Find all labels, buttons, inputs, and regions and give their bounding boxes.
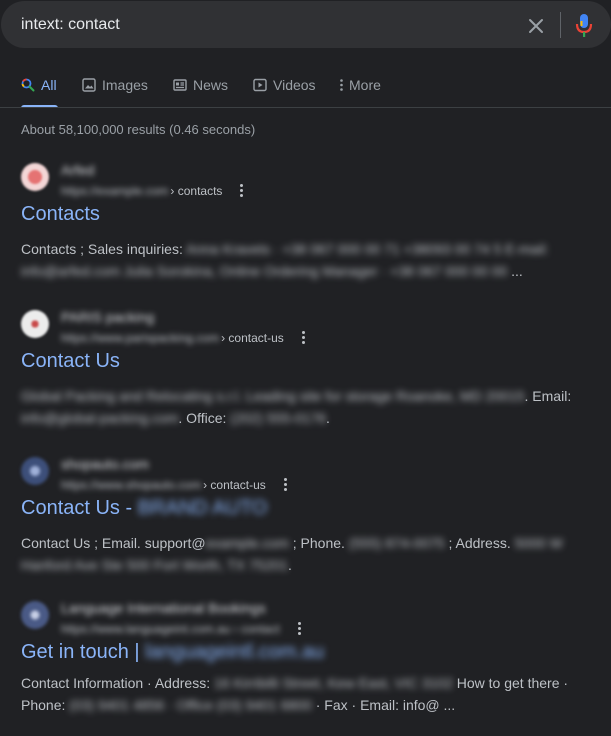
result-options-icon[interactable] <box>236 182 247 199</box>
tab-news[interactable]: News <box>173 70 228 108</box>
title-text: Get in touch | <box>21 641 146 663</box>
tab-label: Videos <box>273 77 316 93</box>
site-favicon <box>21 310 49 338</box>
snippet-text: ; Address. <box>444 535 515 551</box>
clear-search-button[interactable] <box>523 13 549 39</box>
search-input[interactable] <box>21 14 501 36</box>
snippet-redacted: Global Packing and Relocating s.r.l. Lea… <box>21 388 525 404</box>
snippet-text: Contacts ; Sales inquiries: <box>21 241 186 257</box>
snippet-text: . <box>326 410 330 426</box>
site-favicon <box>21 163 49 191</box>
title-text: Contact Us - <box>21 497 138 519</box>
url-domain: https://www.languageint.com.au › contact <box>61 621 280 636</box>
snippet-redacted: (555) 874-0075 <box>348 535 445 551</box>
snippet-text: How to get there · <box>452 675 569 691</box>
snippet-redacted: Hanford Ave Ste 500 Fort Worth, TX 75201 <box>21 557 288 573</box>
snippet-text: ; Phone. <box>288 535 349 551</box>
snippet-redacted: (202) 555-0176 <box>230 410 327 426</box>
snippet-text: . <box>287 557 292 573</box>
url-domain: https://www.parispacking.com <box>61 330 220 345</box>
tab-label: Images <box>102 77 148 93</box>
search-tabs: All Images News Videos More <box>0 70 611 108</box>
url-domain: https://www.shopauto.com <box>61 477 202 492</box>
title-text: Contact Us <box>21 350 120 372</box>
snippet-text: . Office: <box>178 410 231 426</box>
result-options-icon[interactable] <box>298 329 309 346</box>
close-icon <box>529 19 543 33</box>
snippet-text: Phone: <box>21 697 70 713</box>
search-bar <box>1 1 611 48</box>
title-text: Contacts <box>21 203 100 225</box>
site-favicon <box>21 601 49 629</box>
play-icon <box>253 78 267 92</box>
site-name: Arfed <box>61 162 95 178</box>
site-name: shopauto.com <box>61 456 149 472</box>
snippet-redacted: 16 Kirribilli Street, Kew East, VIC 3102 <box>213 675 453 691</box>
result-options-icon[interactable] <box>280 476 291 493</box>
result-title-link[interactable]: Contact Us - BRAND AUTO <box>21 497 267 520</box>
tab-label: All <box>41 77 57 93</box>
snippet-redacted: info@global-packing.com <box>21 410 179 426</box>
tab-label: News <box>193 77 229 93</box>
search-bar-divider <box>560 12 561 38</box>
result-url[interactable]: https://www.parispacking.com › contact-u… <box>61 329 309 346</box>
snippet-text: Contact Us ; Email. support@ <box>21 535 206 551</box>
image-icon <box>82 78 96 92</box>
result-snippet: Global Packing and Relocating s.r.l. Lea… <box>21 385 596 429</box>
tab-all[interactable]: All <box>21 70 58 108</box>
snippet-redacted: info@arfed.com Julia Sorokina, Online Or… <box>21 263 512 279</box>
result-snippet: Contact Information · Address: 16 Kirrib… <box>21 672 596 716</box>
result-url[interactable]: https://www.shopauto.com › contact-us <box>61 476 291 493</box>
result-url[interactable]: https://example.com › contacts <box>61 182 247 199</box>
microphone-icon <box>575 14 593 37</box>
site-favicon <box>21 457 49 485</box>
result-title-link[interactable]: Contacts <box>21 203 100 226</box>
search-result: shopauto.com https://www.shopauto.com › … <box>21 456 601 577</box>
search-results-page: All Images News Videos <box>0 0 611 736</box>
result-snippet: Contact Us ; Email. support@example.com … <box>21 532 596 576</box>
search-result: PARIS packing https://www.parispacking.c… <box>21 309 601 430</box>
result-options-icon[interactable] <box>294 620 305 637</box>
tab-more[interactable]: More <box>339 70 381 108</box>
tab-label: More <box>349 77 381 93</box>
tab-videos[interactable]: Videos <box>253 70 316 108</box>
url-domain: https://example.com <box>61 183 169 198</box>
news-icon <box>173 79 187 91</box>
result-title-link[interactable]: Contact Us <box>21 350 120 373</box>
search-result: Arfed https://example.com › contacts Con… <box>21 162 601 283</box>
snippet-text: Contact Information · Address: <box>21 675 214 691</box>
site-name: Language International Bookings <box>61 600 266 616</box>
result-snippet: Contacts ; Sales inquiries: Anna Kravets… <box>21 238 596 282</box>
snippet-text: ... <box>511 263 523 279</box>
result-url[interactable]: https://www.languageint.com.au › contact <box>61 620 305 637</box>
voice-search-button[interactable] <box>571 12 597 38</box>
url-path: › contact-us <box>221 330 284 345</box>
snippet-redacted: (03) 9401 4856 · Office (03) 9401 6800 <box>69 697 312 713</box>
url-path: › contact-us <box>203 477 266 492</box>
title-redacted: languageintl.com.au <box>145 641 325 663</box>
snippet-redacted: Anna Kravets · +38 067 000 00 71 +38093 … <box>185 241 549 257</box>
result-stats: About 58,100,000 results (0.46 seconds) <box>21 122 256 137</box>
more-vert-icon <box>340 79 343 91</box>
search-icon <box>21 78 35 92</box>
tabs-divider <box>0 107 611 108</box>
title-redacted: BRAND AUTO <box>137 497 268 519</box>
url-path: › contacts <box>170 183 223 198</box>
site-name: PARIS packing <box>61 309 155 325</box>
snippet-redacted: 5000 W <box>514 535 563 551</box>
snippet-text: · Fax · Email: info@ ... <box>311 697 456 713</box>
snippet-redacted: example.com <box>205 535 289 551</box>
result-title-link[interactable]: Get in touch | languageintl.com.au <box>21 641 324 664</box>
search-result: Language International Bookings https://… <box>21 600 601 721</box>
snippet-text: . Email: <box>524 388 572 404</box>
tab-images[interactable]: Images <box>82 70 148 108</box>
